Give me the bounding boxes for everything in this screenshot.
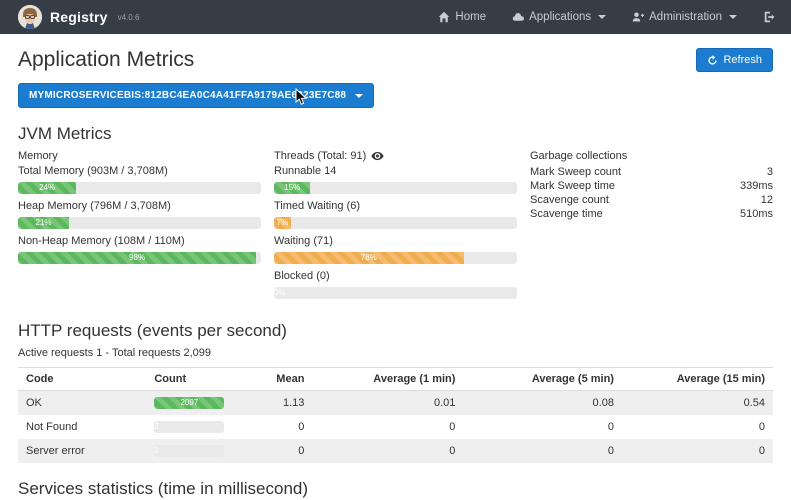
- gc-heading: Garbage collections: [530, 150, 773, 162]
- gc-column: Garbage collections Mark Sweep count3 Ma…: [530, 150, 773, 305]
- blocked-label: Blocked (0): [274, 270, 517, 282]
- gc-value: 12: [761, 193, 773, 207]
- jvm-metrics-heading: JVM Metrics: [18, 124, 773, 144]
- gc-row: Mark Sweep count3: [530, 165, 773, 179]
- total-memory-label: Total Memory (903M / 3,708M): [18, 165, 261, 177]
- brand-name: Registry: [50, 9, 108, 25]
- sign-out-icon: [763, 10, 777, 24]
- refresh-button[interactable]: Refresh: [696, 48, 773, 72]
- navbar: Registry v4.0.6 Home Applications Admini…: [0, 0, 791, 34]
- instance-selector-dropdown[interactable]: MYMICROSERVICEBIS:812BC4EA0C4A41FFA9179A…: [18, 83, 374, 108]
- gc-row: Mark Sweep time339ms: [530, 179, 773, 193]
- memory-column: Memory Total Memory (903M / 3,708M) 24% …: [18, 150, 261, 305]
- http-table-header: Code Count Mean Average (1 min) Average …: [18, 368, 773, 391]
- services-statistics-heading: Services statistics (time in millisecond…: [18, 479, 773, 499]
- memory-heading: Memory: [18, 150, 261, 162]
- heap-memory-label: Heap Memory (796M / 3,708M): [18, 200, 261, 212]
- threads-heading: Threads (Total: 91): [274, 150, 366, 162]
- count-bar: 0: [154, 445, 224, 457]
- cloud-icon: [512, 11, 524, 23]
- gc-row: Scavenge time510ms: [530, 207, 773, 221]
- chevron-down-icon: [355, 94, 363, 98]
- sign-out-button[interactable]: [763, 10, 777, 24]
- threads-column: Threads (Total: 91) Runnable 14 15% Time…: [274, 150, 517, 305]
- chevron-down-icon: [729, 15, 737, 19]
- runnable-label: Runnable 14: [274, 165, 517, 177]
- http-requests-table: Code Count Mean Average (1 min) Average …: [18, 367, 773, 463]
- http-requests-heading: HTTP requests (events per second): [18, 321, 773, 341]
- total-memory-bar: 24%: [18, 182, 261, 194]
- blocked-bar: 0%: [274, 287, 517, 299]
- gc-value: 339ms: [740, 179, 773, 193]
- refresh-icon: [707, 55, 718, 66]
- timed-waiting-label: Timed Waiting (6): [274, 200, 517, 212]
- nav-home[interactable]: Home: [438, 11, 486, 23]
- runnable-bar: 15%: [274, 182, 517, 194]
- nav-applications[interactable]: Applications: [512, 11, 606, 23]
- page-title: Application Metrics: [18, 48, 194, 72]
- nonheap-memory-bar: 98%: [18, 252, 261, 264]
- table-row: Server error 0 0 0 0 0: [18, 439, 773, 463]
- waiting-label: Waiting (71): [274, 235, 517, 247]
- table-row: OK 2097 1.13 0.01 0.08 0.54: [18, 391, 773, 416]
- jhipster-logo-icon: [18, 5, 42, 29]
- timed-waiting-bar: 7%: [274, 217, 517, 229]
- user-plus-icon: [632, 11, 644, 23]
- gc-value: 510ms: [740, 207, 773, 221]
- waiting-bar: 78%: [274, 252, 517, 264]
- heap-memory-bar: 21%: [18, 217, 261, 229]
- chevron-down-icon: [598, 15, 606, 19]
- brand-link[interactable]: Registry v4.0.6: [18, 5, 139, 29]
- gc-value: 3: [767, 165, 773, 179]
- nonheap-memory-label: Non-Heap Memory (108M / 110M): [18, 235, 261, 247]
- eye-icon[interactable]: [371, 151, 384, 161]
- nav-administration[interactable]: Administration: [632, 11, 737, 23]
- brand-version: v4.0.6: [118, 13, 140, 22]
- table-row: Not Found 2 0 0 0 0: [18, 415, 773, 439]
- gc-row: Scavenge count12: [530, 193, 773, 207]
- http-requests-subtitle: Active requests 1 - Total requests 2,099: [18, 347, 773, 359]
- count-bar: 2: [154, 421, 224, 433]
- count-bar: 2097: [154, 397, 224, 409]
- home-icon: [438, 11, 450, 23]
